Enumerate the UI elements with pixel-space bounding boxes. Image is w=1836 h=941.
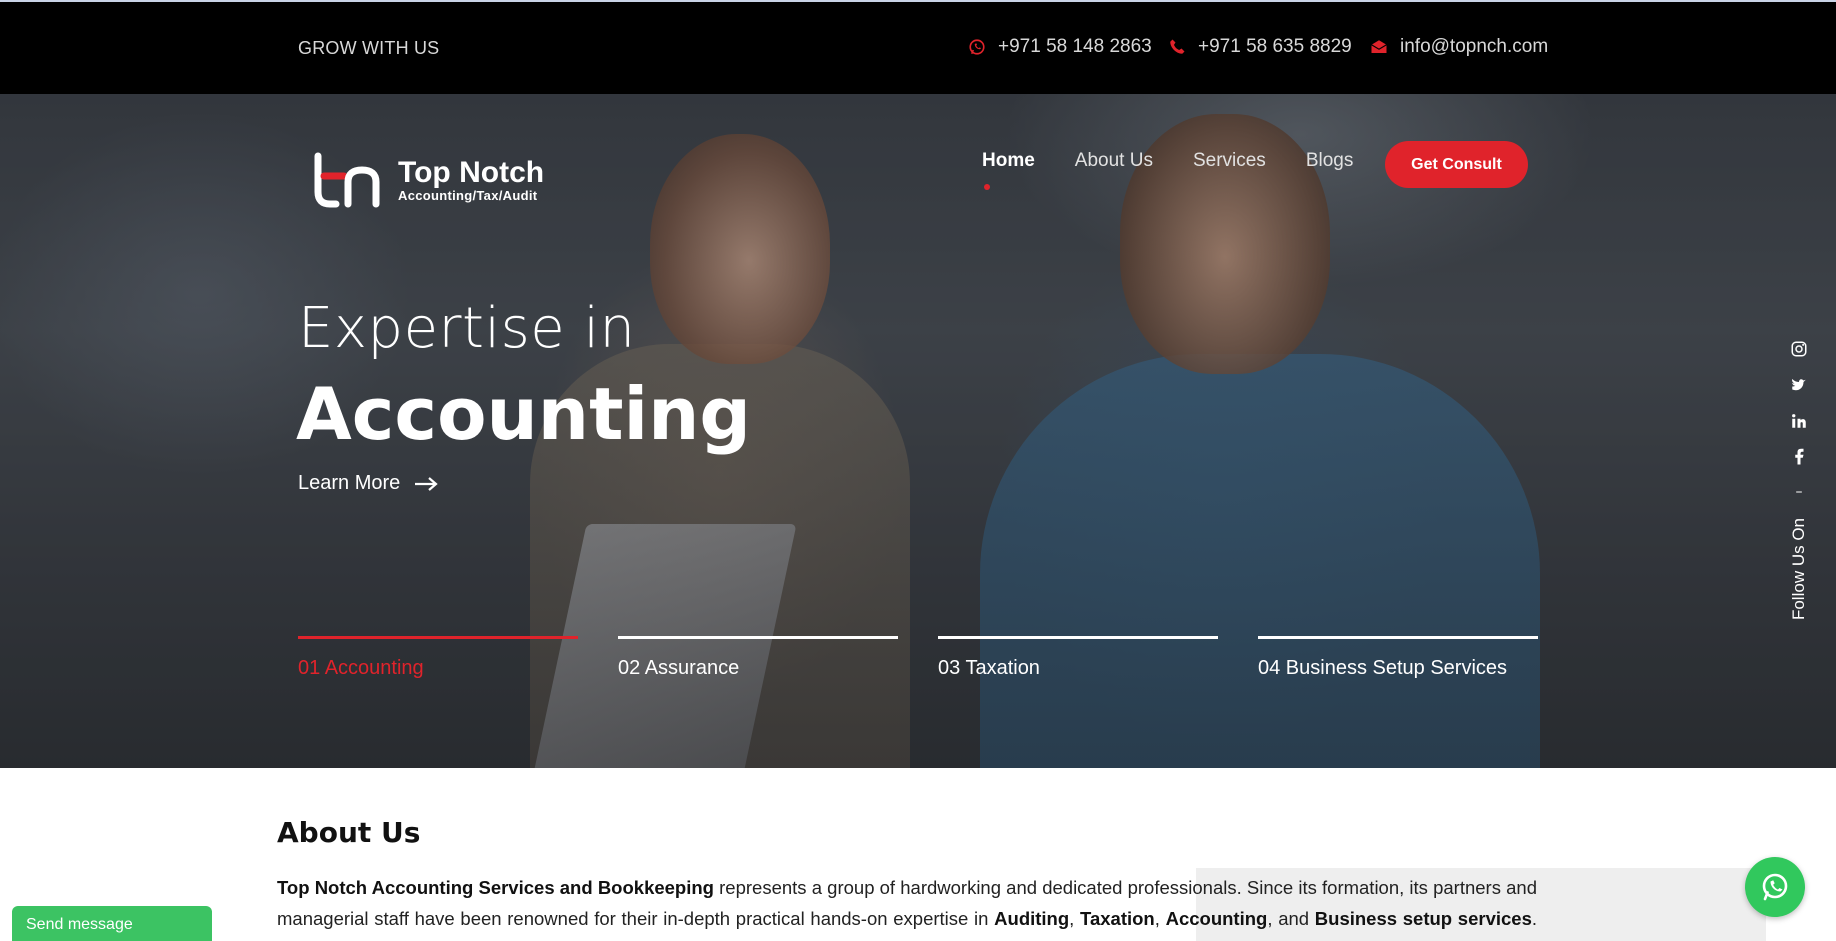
get-consult-button[interactable]: Get Consult [1385, 141, 1528, 188]
about-service-auditing: Auditing [994, 908, 1070, 929]
slide-tab-assurance[interactable]: 02 Assurance [618, 636, 898, 680]
logo-brand-name: Top Notch [398, 155, 545, 189]
whatsapp-chat-button[interactable] [1745, 857, 1805, 917]
about-service-accounting: Accounting [1165, 908, 1268, 929]
nav-home[interactable]: Home [982, 150, 1035, 190]
social-divider: – [1795, 484, 1803, 500]
slide-tab-accounting[interactable]: 01 Accounting [298, 636, 578, 680]
phone-icon [1170, 39, 1185, 54]
envelope-icon [1371, 40, 1387, 53]
whatsapp-icon [969, 39, 985, 55]
site-logo[interactable]: Top Notch Accounting/Tax/Audit [310, 152, 544, 208]
instagram-icon[interactable] [1790, 340, 1808, 358]
learn-more-label: Learn More [298, 472, 401, 494]
arrow-right-icon [415, 476, 438, 491]
about-service-taxation: Taxation [1080, 908, 1155, 929]
nav-about-us[interactable]: About Us [1075, 150, 1153, 172]
main-nav: Home About Us Services Blogs [982, 150, 1354, 190]
tn-logo-icon [314, 152, 380, 208]
whatsapp-icon [1762, 873, 1788, 901]
hero-headline-line1: Expertise in [298, 296, 636, 361]
hero-slide-tabs: 01 Accounting 02 Assurance 03 Taxation 0… [298, 636, 1538, 680]
top-contact-bar: GROW WITH US +971 58 148 2863 +971 58 63… [0, 0, 1836, 94]
phone-number-1: +971 58 148 2863 [998, 36, 1152, 57]
about-text-and: , and [1267, 908, 1315, 929]
about-us-heading: About Us [277, 816, 421, 849]
phone-contact[interactable]: +971 58 635 8829 [1168, 36, 1352, 58]
hero-photo-man [980, 354, 1540, 768]
twitter-icon[interactable] [1790, 376, 1808, 394]
email-address: info@topnch.com [1400, 36, 1549, 57]
phone-number-2: +971 58 635 8829 [1198, 36, 1352, 57]
social-follow-bar: – Follow Us On [1784, 340, 1814, 640]
about-org-name: Top Notch Accounting Services and Bookke… [277, 877, 714, 898]
linkedin-icon[interactable] [1790, 412, 1808, 430]
phone-contact-whatsapp[interactable]: +971 58 148 2863 [968, 36, 1152, 58]
slide-tab-business-setup[interactable]: 04 Business Setup Services [1258, 636, 1538, 680]
slide-tab-taxation[interactable]: 03 Taxation [938, 636, 1218, 680]
send-message-button[interactable]: Send message [12, 906, 212, 941]
about-service-business-setup: Business setup services [1314, 908, 1532, 929]
learn-more-link[interactable]: Learn More [298, 472, 438, 495]
grow-with-us-text: GROW WITH US [298, 38, 440, 58]
hero-photo-woman-head [650, 134, 830, 364]
about-us-paragraph: Top Notch Accounting Services and Bookke… [277, 872, 1537, 941]
facebook-icon[interactable] [1790, 448, 1808, 466]
email-contact[interactable]: info@topnch.com [1370, 36, 1548, 58]
nav-blogs[interactable]: Blogs [1306, 150, 1354, 172]
logo-tagline: Accounting/Tax/Audit [398, 187, 538, 203]
follow-us-label: Follow Us On [1789, 518, 1808, 621]
nav-services[interactable]: Services [1193, 150, 1266, 172]
hero-headline-line2: Accounting [296, 372, 751, 456]
